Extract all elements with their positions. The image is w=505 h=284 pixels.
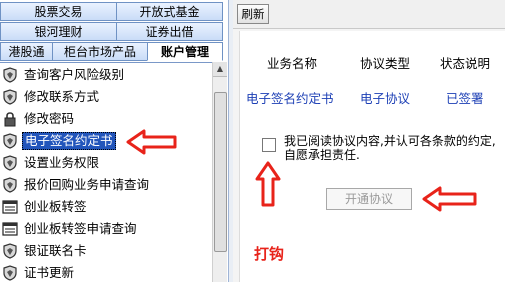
cell-business-name[interactable]: 电子签名约定书 (246, 88, 334, 107)
menu-item-label: 报价回购业务申请查询 (24, 177, 150, 192)
shield-icon (3, 177, 17, 193)
menu-item-change-password[interactable]: 修改密码 (0, 108, 212, 130)
red-arrow-up-icon (255, 161, 281, 207)
menu-item-label: 电子签名约定书 (22, 132, 116, 150)
tab-otc-products[interactable]: 柜台市场产品 (52, 42, 148, 61)
menu-item-chinext-transfer[interactable]: 创业板转签 (0, 196, 212, 218)
menu-item-label: 修改联系方式 (24, 89, 100, 104)
column-header-agreement-type: 协议类型 (360, 56, 411, 71)
agreement-panel: 业务名称 协议类型 状态说明 电子签名约定书 电子协议 已签署 我已阅读协议内容… (239, 31, 505, 282)
agree-checkbox[interactable] (262, 138, 276, 152)
red-arrow-left-icon (126, 129, 177, 155)
tab-open-end-fund[interactable]: 开放式基金 (116, 2, 223, 21)
padlock-icon (4, 112, 16, 127)
menu-item-label: 查询客户风险级别 (24, 67, 125, 82)
menu-item-label: 证书更新 (24, 265, 75, 280)
menu-item-e-signature-agreement[interactable]: 电子签名约定书 (0, 130, 212, 152)
shield-icon (3, 133, 17, 149)
menu-item-co-branded-card[interactable]: 银证联名卡 (0, 240, 212, 262)
menu-item-repo-query[interactable]: 报价回购业务申请查询 (0, 174, 212, 196)
shield-icon (3, 243, 17, 259)
left-panel: 股票交易 开放式基金 银河理财 证券出借 港股通 柜台市场产品 账户管理 查询客… (0, 0, 230, 283)
refresh-button[interactable]: 刷新 (237, 4, 269, 24)
scrollbar-thumb[interactable] (214, 92, 227, 252)
scroll-up-icon[interactable]: ▲ (213, 62, 227, 77)
function-menu: 查询客户风险级别 修改联系方式 修改密码 电子签名约定书 设置业务权限 报价回购… (0, 62, 212, 283)
tab-securities-lending[interactable]: 证券出借 (116, 22, 223, 41)
toolbar: 刷新 (233, 0, 505, 29)
menu-item-label: 创业板转签申请查询 (24, 221, 137, 236)
menu-item-chinext-transfer-query[interactable]: 创业板转签申请查询 (0, 218, 212, 240)
annotation-check-label: 打钩 (254, 245, 285, 263)
menu-item-label: 修改密码 (24, 111, 75, 126)
menu-item-certificate-update[interactable]: 证书更新 (0, 262, 212, 284)
tab-hk-connect[interactable]: 港股通 (0, 42, 53, 61)
menu-item-label: 银证联名卡 (24, 243, 87, 258)
shield-icon (3, 67, 17, 83)
menu-item-risk-level[interactable]: 查询客户风险级别 (0, 64, 212, 86)
tab-account-management[interactable]: 账户管理 (147, 42, 223, 61)
document-icon (2, 200, 18, 214)
shield-icon (3, 155, 17, 171)
column-header-status: 状态说明 (440, 56, 491, 71)
agree-text: 我已阅读协议内容,并认可各条款的约定,自愿承担责任. (284, 134, 496, 162)
open-agreement-button[interactable]: 开通协议 (326, 188, 412, 210)
shield-icon (3, 89, 17, 105)
cell-agreement-type[interactable]: 电子协议 (360, 88, 410, 107)
menu-scrollbar[interactable]: ▲ (212, 62, 227, 282)
shield-icon (3, 265, 17, 281)
tab-wealth-management[interactable]: 银河理财 (0, 22, 117, 41)
menu-item-contact-info[interactable]: 修改联系方式 (0, 86, 212, 108)
document-icon (2, 222, 18, 236)
red-arrow-left-icon (422, 186, 477, 212)
column-header-business-name: 业务名称 (267, 56, 318, 71)
menu-item-business-permissions[interactable]: 设置业务权限 (0, 152, 212, 174)
tab-stock-trading[interactable]: 股票交易 (0, 2, 117, 21)
menu-item-label: 设置业务权限 (24, 155, 100, 170)
right-panel: 刷新 业务名称 协议类型 状态说明 电子签名约定书 电子协议 已签署 我已阅读协… (233, 0, 505, 282)
cell-status[interactable]: 已签署 (446, 88, 484, 107)
menu-item-label: 创业板转签 (24, 199, 87, 214)
